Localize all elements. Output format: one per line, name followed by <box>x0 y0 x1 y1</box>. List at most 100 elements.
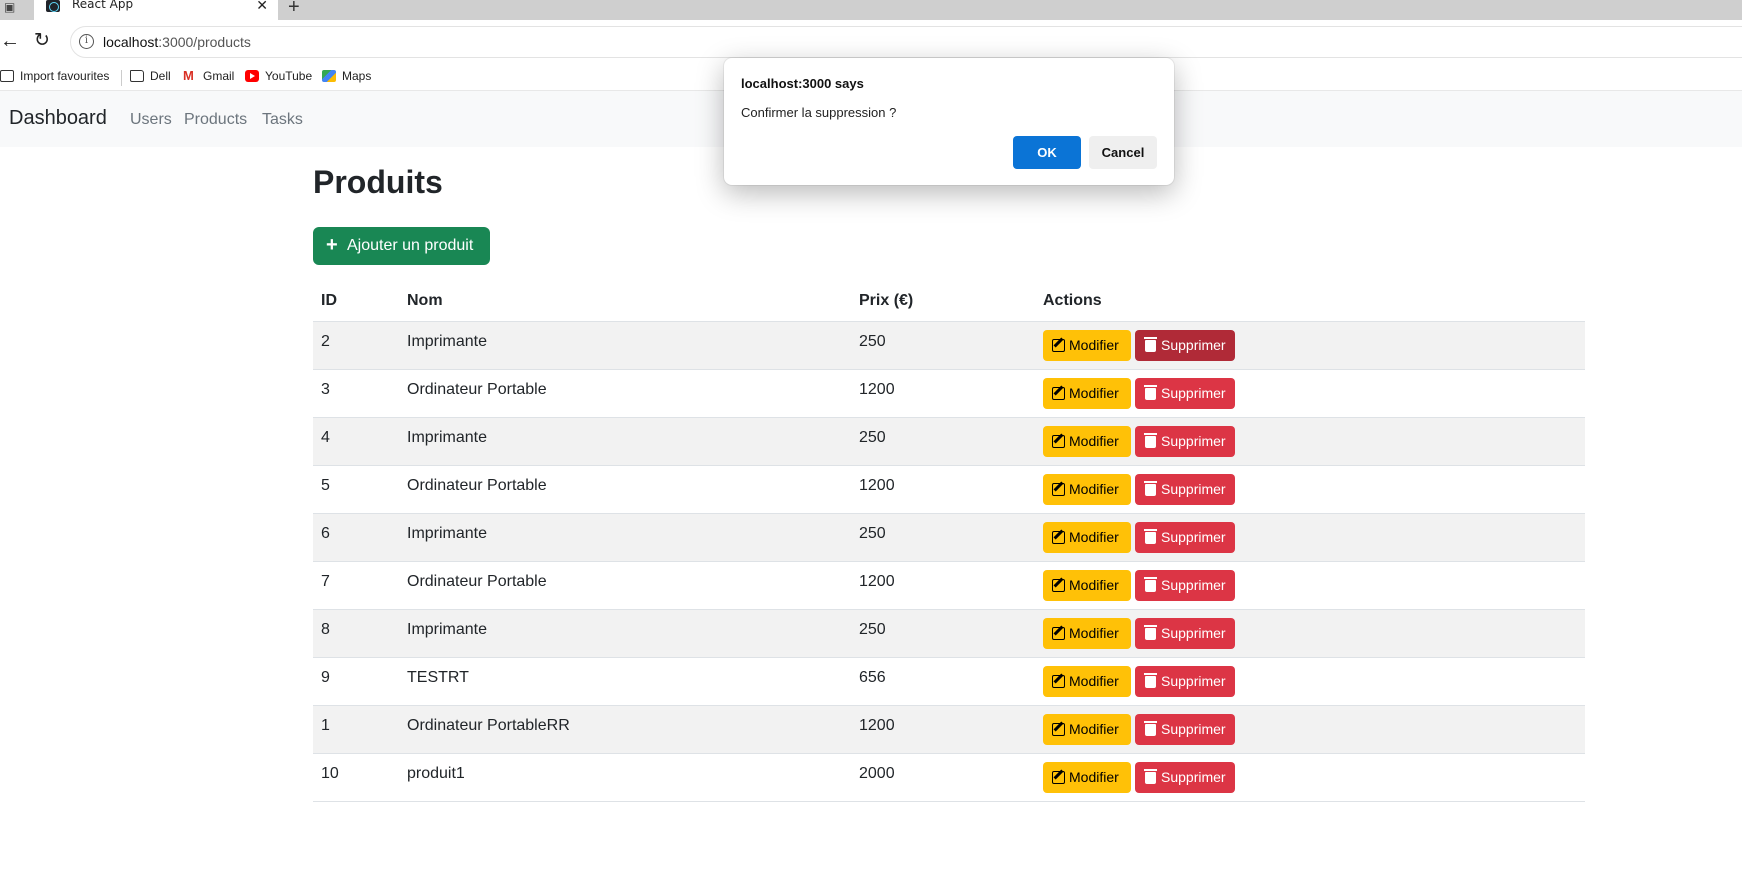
delete-label: Supprimer <box>1161 528 1226 545</box>
cell-prix: 250 <box>851 609 1035 658</box>
dialog-cancel-button[interactable]: Cancel <box>1089 136 1157 169</box>
cell-actions: Modifier Supprimer <box>1035 609 1585 658</box>
dialog-ok-button[interactable]: OK <box>1013 136 1081 169</box>
table-row: 9 TESTRT 656 Modifier Supprimer <box>313 657 1585 706</box>
edit-button[interactable]: Modifier <box>1043 569 1131 601</box>
cell-nom: Ordinateur PortableRR <box>399 705 851 754</box>
delete-button[interactable]: Supprimer <box>1135 521 1235 553</box>
cell-actions: Modifier Supprimer <box>1035 369 1585 418</box>
add-product-button[interactable]: + Ajouter un produit <box>313 227 490 265</box>
edit-button[interactable]: Modifier <box>1043 617 1131 649</box>
products-table: ID Nom Prix (€) Actions 2 Imprimante 250 Mo… <box>313 282 1585 802</box>
edit-button[interactable]: Modifier <box>1043 761 1131 793</box>
trash-icon <box>1144 480 1157 496</box>
bookmark-gmail[interactable]: Gmail <box>183 68 234 83</box>
cell-id: 9 <box>313 657 399 706</box>
nav-link-users[interactable]: Users <box>130 111 172 129</box>
edit-button[interactable]: Modifier <box>1043 425 1131 457</box>
trash-icon <box>1144 336 1157 352</box>
delete-button[interactable]: Supprimer <box>1135 377 1235 409</box>
table-row: 4 Imprimante 250 Modifier Supprimer <box>313 417 1585 466</box>
bookmark-dell[interactable]: Dell <box>130 69 171 83</box>
trash-icon <box>1144 672 1157 688</box>
edit-label: Modifier <box>1069 528 1119 545</box>
trash-icon <box>1144 624 1157 640</box>
delete-button[interactable]: Supprimer <box>1135 713 1235 745</box>
navbar-brand[interactable]: Dashboard <box>9 107 107 130</box>
cell-nom: TESTRT <box>399 657 851 706</box>
address-bar[interactable]: i localhost:3000/products <box>70 26 1742 58</box>
cell-prix: 1200 <box>851 369 1035 418</box>
browser-tab[interactable]: React App ✕ <box>34 0 278 20</box>
youtube-icon <box>245 70 259 82</box>
gmail-icon <box>183 68 197 83</box>
nav-link-products[interactable]: Products <box>184 111 247 129</box>
edit-button[interactable]: Modifier <box>1043 473 1131 505</box>
table-row: 6 Imprimante 250 Modifier Supprimer <box>313 513 1585 562</box>
confirm-dialog: localhost:3000 says Confirmer la suppres… <box>724 58 1174 185</box>
bookmark-label: YouTube <box>265 69 313 83</box>
delete-button[interactable]: Supprimer <box>1135 329 1235 361</box>
table-row: 1 Ordinateur PortableRR 1200 Modifier Suppri… <box>313 705 1585 754</box>
dialog-message: Confirmer la suppression ? <box>741 105 897 120</box>
cell-id: 6 <box>313 513 399 562</box>
edit-button[interactable]: Modifier <box>1043 713 1131 745</box>
trash-icon <box>1144 432 1157 448</box>
url-text[interactable]: localhost:3000/products <box>103 34 251 50</box>
delete-button[interactable]: Supprimer <box>1135 569 1235 601</box>
cell-nom: Ordinateur Portable <box>399 561 851 610</box>
edit-button[interactable]: Modifier <box>1043 329 1131 361</box>
trash-icon <box>1144 576 1157 592</box>
edit-label: Modifier <box>1069 432 1119 449</box>
header-id: ID <box>313 282 399 322</box>
pencil-icon <box>1052 578 1065 592</box>
edit-label: Modifier <box>1069 336 1119 353</box>
cell-nom: Imprimante <box>399 609 851 658</box>
back-arrow-icon[interactable]: ← <box>0 30 20 53</box>
cell-nom: produit1 <box>399 753 851 802</box>
site-info-icon[interactable]: i <box>79 34 94 49</box>
nav-link-tasks[interactable]: Tasks <box>262 111 303 129</box>
edit-button[interactable]: Modifier <box>1043 521 1131 553</box>
delete-label: Supprimer <box>1161 672 1226 689</box>
delete-button[interactable]: Supprimer <box>1135 425 1235 457</box>
edit-label: Modifier <box>1069 672 1119 689</box>
close-tab-icon[interactable]: ✕ <box>256 0 268 14</box>
delete-button[interactable]: Supprimer <box>1135 761 1235 793</box>
cell-nom: Imprimante <box>399 417 851 466</box>
pencil-icon <box>1052 674 1065 688</box>
delete-button[interactable]: Supprimer <box>1135 473 1235 505</box>
table-row: 3 Ordinateur Portable 1200 Modifier Supprime… <box>313 369 1585 418</box>
bookmark-youtube[interactable]: YouTube <box>245 69 312 83</box>
bookmark-import-favourites[interactable]: Import favourites <box>0 69 109 83</box>
delete-label: Supprimer <box>1161 336 1226 353</box>
reload-icon[interactable]: ↻ <box>34 29 50 52</box>
delete-button[interactable]: Supprimer <box>1135 617 1235 649</box>
edit-button[interactable]: Modifier <box>1043 665 1131 697</box>
edit-button[interactable]: Modifier <box>1043 377 1131 409</box>
table-row: 7 Ordinateur Portable 1200 Modifier Supprime… <box>313 561 1585 610</box>
pencil-icon <box>1052 434 1065 448</box>
dialog-title: localhost:3000 says <box>741 76 864 91</box>
delete-label: Supprimer <box>1161 432 1226 449</box>
edit-label: Modifier <box>1069 720 1119 737</box>
pencil-icon <box>1052 386 1065 400</box>
cell-actions: Modifier Supprimer <box>1035 513 1585 562</box>
delete-label: Supprimer <box>1161 720 1226 737</box>
cell-id: 2 <box>313 321 399 370</box>
bookmark-label: Maps <box>342 69 372 83</box>
table-row: 2 Imprimante 250 Modifier Supprimer <box>313 321 1585 370</box>
cell-nom: Imprimante <box>399 513 851 562</box>
tab-actions-icon[interactable]: ▣ <box>4 0 22 14</box>
delete-label: Supprimer <box>1161 384 1226 401</box>
new-tab-icon[interactable]: + <box>288 0 300 19</box>
cell-prix: 250 <box>851 321 1035 370</box>
pencil-icon <box>1052 770 1065 784</box>
bookmark-maps[interactable]: Maps <box>322 69 371 83</box>
cell-prix: 1200 <box>851 561 1035 610</box>
edit-label: Modifier <box>1069 768 1119 785</box>
delete-label: Supprimer <box>1161 768 1226 785</box>
delete-button[interactable]: Supprimer <box>1135 665 1235 697</box>
header-prix: Prix (€) <box>851 282 1035 322</box>
edit-label: Modifier <box>1069 624 1119 641</box>
